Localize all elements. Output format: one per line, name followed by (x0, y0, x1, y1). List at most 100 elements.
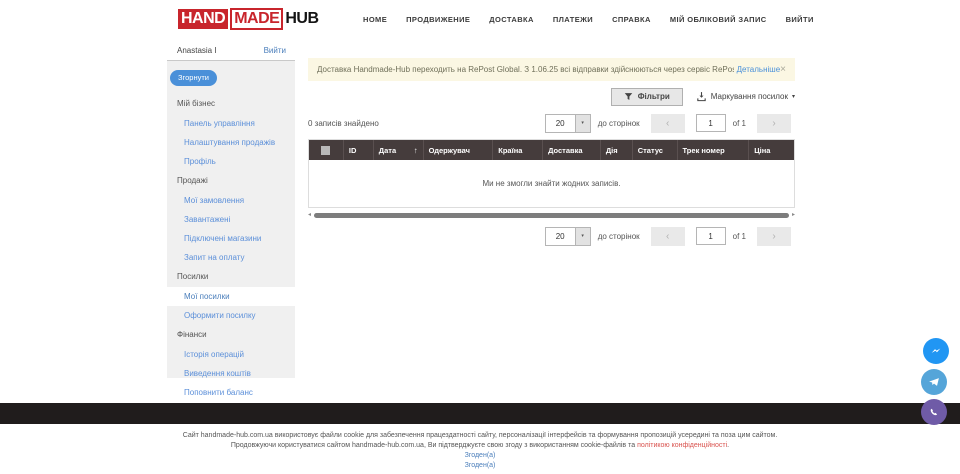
sidebar-item-connected-shops[interactable]: Підключені магазини (167, 229, 295, 248)
cookie-notice-line1: Сайт handmade-hub.com.ua використовує фа… (0, 431, 960, 441)
pagination-controls: 20 ▾ до сторінок ‹ 1 of 1 › (545, 114, 795, 133)
banner-close-icon[interactable]: × (780, 65, 786, 75)
scrollbar-thumb[interactable] (314, 213, 789, 218)
sidebar: Anastasia I Вийти Згорнути Мій бізнес Па… (167, 40, 295, 378)
footer-dark-bar (0, 403, 960, 424)
th-action[interactable]: Дія (601, 140, 633, 160)
cookie-notice-period: . (727, 442, 729, 449)
privacy-policy-link[interactable]: політикою конфіденційності (637, 442, 727, 449)
agree-link-2[interactable]: Згоден(а) (0, 461, 960, 471)
sidebar-item-create-parcel[interactable]: Оформити посилку (167, 306, 295, 325)
empty-message: Ми не змогли знайти жодних записів. (482, 179, 620, 188)
telegram-icon[interactable] (921, 369, 947, 395)
th-price[interactable]: Ціна (749, 140, 794, 160)
th-date[interactable]: Дата ↑ (374, 140, 424, 160)
chevron-down-icon: ▾ (792, 93, 795, 100)
th-id[interactable]: ID (344, 140, 374, 160)
sidebar-item-top-up-balance[interactable]: Поповнити баланс (167, 383, 295, 402)
th-recipient[interactable]: Одержувач (424, 140, 494, 160)
filters-button[interactable]: Фільтри (611, 88, 683, 106)
main-content: Доставка Handmade-Hub переходить на RePo… (308, 58, 795, 246)
cookie-notice-line2: Продовжуючи користуватися сайтом handmad… (0, 441, 960, 451)
sidebar-section-my-business: Мій бізнес (167, 94, 295, 114)
page-number-input[interactable]: 1 (696, 114, 726, 132)
sidebar-item-sales-settings[interactable]: Налаштування продажів (167, 133, 295, 152)
page-number-input[interactable]: 1 (696, 227, 726, 245)
page-of-label: of 1 (733, 119, 746, 128)
th-delivery[interactable]: Доставка (543, 140, 601, 160)
messenger-bolt-icon (929, 344, 943, 358)
sidebar-section-parcels: Посилки (167, 267, 295, 287)
table-header-row: ID Дата ↑ Одержувач Країна Доставка Дія … (309, 140, 794, 160)
viber-phone-icon (927, 405, 941, 419)
chevron-down-icon[interactable]: ▾ (575, 228, 590, 245)
sort-up-icon[interactable]: ↑ (414, 146, 418, 155)
sidebar-item-my-orders[interactable]: Мої замовлення (167, 191, 295, 210)
th-select (309, 140, 344, 160)
sidebar-panel: Згорнути Мій бізнес Панель управління На… (167, 61, 295, 378)
banner-details-link[interactable]: Детальніше (737, 65, 781, 74)
scroll-right-icon[interactable]: ▸ (792, 212, 795, 218)
chevron-down-icon[interactable]: ▾ (575, 115, 590, 132)
pagination-bottom: 20 ▾ до сторінок ‹ 1 of 1 › (308, 226, 795, 246)
th-country[interactable]: Країна (493, 140, 543, 160)
nav-item-help[interactable]: СПРАВКА (612, 15, 651, 24)
per-page-label: до сторінок (598, 232, 640, 241)
per-page-value: 20 (546, 115, 575, 132)
select-all-checkbox[interactable] (321, 146, 330, 155)
sidebar-item-my-parcels[interactable]: Мої посилки (167, 287, 295, 306)
viber-icon[interactable] (921, 399, 947, 425)
logo-made: MADE (230, 8, 283, 30)
nav-item-payments[interactable]: ПЛАТЕЖИ (553, 15, 593, 24)
table-empty-state: Ми не змогли знайти жодних записів. (309, 160, 794, 207)
th-date-label: Дата (379, 146, 396, 155)
nav-item-my-account[interactable]: МІЙ ОБЛІКОВИЙ ЗАПИС (670, 15, 767, 24)
toolbar: Фільтри Маркування посилок ▾ (308, 87, 795, 106)
nav-item-promotion[interactable]: ПРОДВИЖЕНИЕ (406, 15, 470, 24)
sidebar-section-finance: Фінанси (167, 325, 295, 345)
messenger-icon[interactable] (923, 338, 949, 364)
sidebar-item-control-panel[interactable]: Панель управління (167, 114, 295, 133)
sidebar-section-sales: Продажі (167, 171, 295, 191)
per-page-select[interactable]: 20 ▾ (545, 227, 591, 246)
telegram-plane-icon (927, 375, 941, 389)
sidebar-item-operations-history[interactable]: Історія операцій (167, 345, 295, 364)
per-page-value: 20 (546, 228, 575, 245)
user-name: Anastasia I (177, 46, 217, 55)
parcels-table: ID Дата ↑ Одержувач Країна Доставка Дія … (308, 139, 795, 208)
sidebar-logout-link[interactable]: Вийти (264, 46, 286, 55)
pagination-top: 0 записів знайдено 20 ▾ до сторінок ‹ 1 … (308, 113, 795, 133)
scroll-left-icon[interactable]: ◂ (308, 212, 311, 218)
sidebar-item-uploaded[interactable]: Завантажені (167, 210, 295, 229)
nav-item-logout[interactable]: ВИЙТИ (786, 15, 814, 24)
agree-link-1[interactable]: Згоден(а) (0, 451, 960, 461)
th-status[interactable]: Статус (633, 140, 678, 160)
horizontal-scrollbar: ◂ ▸ (308, 211, 795, 219)
marking-dropdown[interactable]: Маркування посилок ▾ (696, 91, 795, 102)
collapse-button[interactable]: Згорнути (170, 70, 217, 86)
sidebar-item-payment-request[interactable]: Запит на оплату (167, 248, 295, 267)
prev-page-button[interactable]: ‹ (651, 114, 685, 133)
marking-dropdown-label: Маркування посилок (711, 92, 788, 101)
banner-text: Доставка Handmade-Hub переходить на RePo… (317, 65, 734, 74)
nav-item-home[interactable]: HOME (363, 15, 387, 24)
main-nav: HOME ПРОДВИЖЕНИЕ ДОСТАВКА ПЛАТЕЖИ СПРАВК… (363, 0, 814, 38)
per-page-label: до сторінок (598, 119, 640, 128)
next-page-button[interactable]: › (757, 114, 791, 133)
pagination-controls: 20 ▾ до сторінок ‹ 1 of 1 › (545, 227, 795, 246)
th-track-number[interactable]: Трек номер (678, 140, 750, 160)
filter-funnel-icon (624, 92, 633, 101)
notification-banner: Доставка Handmade-Hub переходить на RePo… (308, 58, 795, 81)
per-page-select[interactable]: 20 ▾ (545, 114, 591, 133)
filters-button-label: Фільтри (638, 92, 670, 101)
logo-hand: HAND (178, 9, 228, 29)
records-count: 0 записів знайдено (308, 119, 545, 128)
prev-page-button[interactable]: ‹ (651, 227, 685, 246)
handmade-hub-logo[interactable]: HAND MADE HUB (178, 8, 319, 30)
nav-item-delivery[interactable]: ДОСТАВКА (489, 15, 534, 24)
sidebar-item-withdraw-funds[interactable]: Виведення коштів (167, 364, 295, 383)
next-page-button[interactable]: › (757, 227, 791, 246)
page-of-label: of 1 (733, 232, 746, 241)
footer: Сайт handmade-hub.com.ua використовує фа… (0, 431, 960, 470)
sidebar-item-profile[interactable]: Профіль (167, 152, 295, 171)
